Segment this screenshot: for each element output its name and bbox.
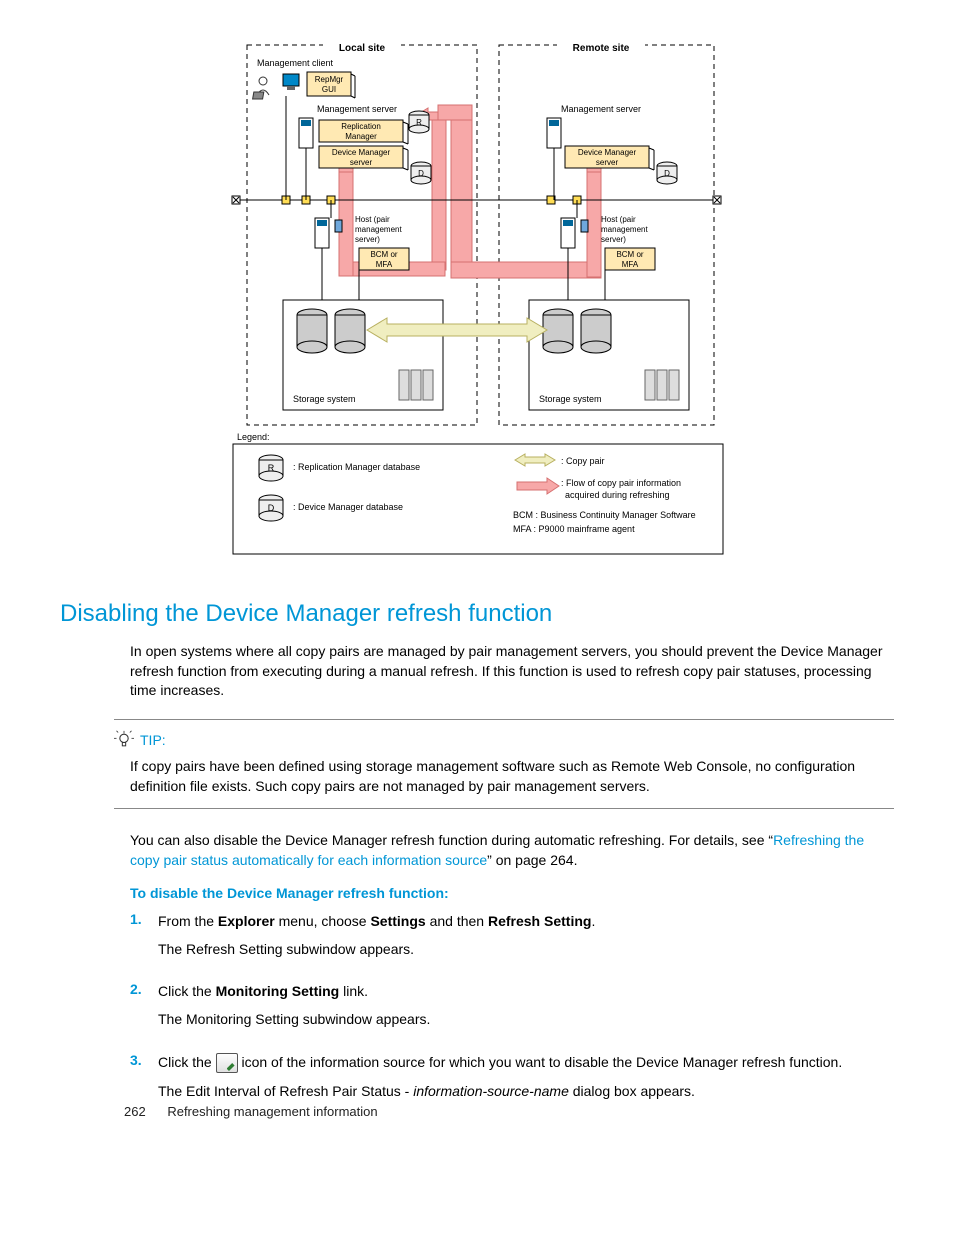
svg-text:BCM or: BCM or <box>616 250 643 259</box>
page-number: 262 <box>124 1104 146 1119</box>
svg-text:server): server) <box>601 235 626 244</box>
page-footer: 262 Refreshing management information <box>124 1104 378 1119</box>
svg-text:GUI: GUI <box>322 85 336 94</box>
step-2: 2. Click the Monitoring Setting link. Th… <box>130 981 894 1038</box>
tip-icon <box>114 730 134 750</box>
svg-text:Device Manager: Device Manager <box>578 148 637 157</box>
svg-text:: Replication Manager database: : Replication Manager database <box>293 462 420 472</box>
svg-text:D: D <box>664 169 670 178</box>
svg-text:Host (pair: Host (pair <box>355 215 390 224</box>
svg-text:management: management <box>355 225 402 234</box>
procedure-heading: To disable the Device Manager refresh fu… <box>130 885 894 901</box>
local-site-label: Local site <box>339 43 386 54</box>
step-1: 1. From the Explorer menu, choose Settin… <box>130 911 894 968</box>
svg-text:D: D <box>268 503 275 513</box>
footer-title: Refreshing management information <box>167 1104 377 1119</box>
svg-text:Management server: Management server <box>317 104 397 114</box>
remote-site-label: Remote site <box>573 43 630 54</box>
edit-icon <box>216 1053 238 1073</box>
svg-text:: Flow of copy pair informatio: : Flow of copy pair information <box>561 478 681 488</box>
svg-text:server): server) <box>355 235 380 244</box>
svg-text:MFA : P9000 mainframe agent: MFA : P9000 mainframe agent <box>513 524 635 534</box>
svg-text:Replication: Replication <box>341 122 381 131</box>
svg-text:server: server <box>350 158 373 167</box>
svg-text:: Copy pair: : Copy pair <box>561 456 605 466</box>
svg-text:RepMgr: RepMgr <box>315 75 344 84</box>
section-heading: Disabling the Device Manager refresh fun… <box>60 600 894 628</box>
svg-text:R: R <box>416 118 422 127</box>
svg-text:MFA: MFA <box>622 260 639 269</box>
svg-text:Management server: Management server <box>561 104 641 114</box>
svg-text:Manager: Manager <box>345 132 377 141</box>
svg-text:server: server <box>596 158 619 167</box>
architecture-diagram: Local site Remote site Management client… <box>60 40 894 570</box>
step-3: 3. Click the icon of the information sou… <box>130 1052 894 1110</box>
svg-text:Host (pair: Host (pair <box>601 215 636 224</box>
svg-text:Storage system: Storage system <box>539 394 602 404</box>
svg-text:management: management <box>601 225 648 234</box>
svg-text:MFA: MFA <box>376 260 393 269</box>
svg-text:Storage system: Storage system <box>293 394 356 404</box>
svg-text:R: R <box>268 463 275 473</box>
svg-text:acquired during refreshing: acquired during refreshing <box>565 490 670 500</box>
svg-text:Legend:: Legend: <box>237 432 270 442</box>
svg-text:BCM : Business Continuity Mana: BCM : Business Continuity Manager Softwa… <box>513 510 696 520</box>
svg-text:Device Manager: Device Manager <box>332 148 391 157</box>
see-also-paragraph: You can also disable the Device Manager … <box>60 831 894 870</box>
tip-text: If copy pairs have been defined using st… <box>130 756 894 797</box>
tip-box: TIP: If copy pairs have been defined usi… <box>114 719 894 810</box>
svg-text:D: D <box>418 169 424 178</box>
procedure-steps: 1. From the Explorer menu, choose Settin… <box>130 911 894 1110</box>
mgmt-client-label: Management client <box>257 58 334 68</box>
svg-text:BCM or: BCM or <box>370 250 397 259</box>
intro-paragraph: In open systems where all copy pairs are… <box>60 642 894 701</box>
tip-label: TIP: <box>140 732 166 748</box>
svg-text:: Device Manager database: : Device Manager database <box>293 502 403 512</box>
